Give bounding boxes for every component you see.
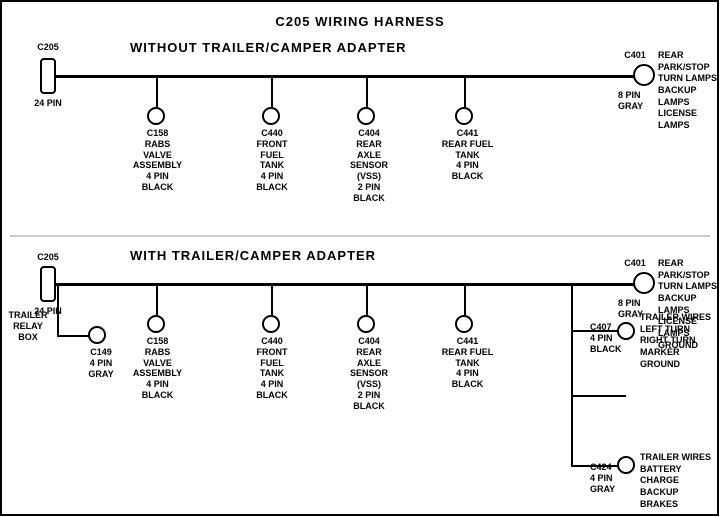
bottom-c424-label: C4244 PINGRAY [590,462,620,494]
bottom-c401-label: C401 [620,258,650,269]
bottom-c401-connector [633,272,655,294]
top-main-line [55,75,645,78]
top-c441-label: C441REAR FUELTANK4 PIN BLACK [440,128,495,182]
top-c404-vline [366,77,368,107]
bottom-relay-label: TRAILERRELAYBOX [2,310,54,342]
top-c158-vline [156,77,158,107]
top-c158-connector [147,107,165,125]
bottom-c149-connector [88,326,106,344]
bottom-c205-connector [40,266,56,302]
wiring-diagram: C205 WIRING HARNESS WITHOUT TRAILER/CAMP… [0,0,720,500]
bottom-c407-label: C4074 PINBLACK [590,322,620,354]
bottom-c149-label: C1494 PIN GRAY [76,347,126,379]
bottom-right-branch-hline2 [571,395,626,397]
top-c158-label: C158RABS VALVEASSEMBLY4 PIN BLACK [130,128,185,193]
top-c441-vline [464,77,466,107]
top-c440-label: C440FRONT FUELTANK4 PIN BLACK [247,128,297,193]
bottom-c441-connector [455,315,473,333]
bottom-right-branch-vline2 [571,330,573,465]
bottom-c440-vline [271,285,273,315]
bottom-c440-connector [262,315,280,333]
top-c205-pin: 24 PIN [30,98,66,109]
bottom-c158-connector [147,315,165,333]
top-c441-connector [455,107,473,125]
top-c401-pin: 8 PINGRAY [618,90,654,112]
top-c401-connector [633,64,655,86]
page-title: C205 WIRING HARNESS [0,6,720,29]
bottom-c404-connector [357,315,375,333]
top-c404-label: C404REAR AXLESENSOR(VSS)2 PIN BLACK [344,128,394,204]
bottom-c404-vline [366,285,368,315]
bottom-c205-label: C205 [30,252,66,263]
divider [10,235,710,237]
bottom-c441-vline [464,285,466,315]
top-c440-connector [262,107,280,125]
bottom-c441-label: C441REAR FUELTANK4 PIN BLACK [440,336,495,390]
bottom-c404-label: C404REAR AXLESENSOR(VSS)2 PIN BLACK [344,336,394,412]
top-c205-label: C205 [30,42,66,53]
bottom-c407-desc: TRAILER WIRESLEFT TURNRIGHT TURNMARKERGR… [640,312,715,370]
top-c401-desc: REAR PARK/STOPTURN LAMPSBACKUP LAMPSLICE… [658,50,720,132]
bottom-relay-vline [57,285,59,335]
bottom-c440-label: C440FRONT FUELTANK4 PIN BLACK [247,336,297,401]
top-c205-connector [40,58,56,94]
bottom-c158-label: C158RABS VALVEASSEMBLY4 PIN BLACK [130,336,185,401]
top-section-title: WITHOUT TRAILER/CAMPER ADAPTER [130,40,407,55]
top-c440-vline [271,77,273,107]
bottom-section-title: WITH TRAILER/CAMPER ADAPTER [130,248,376,263]
top-c404-connector [357,107,375,125]
top-c401-label: C401 [620,50,650,61]
bottom-c424-desc: TRAILER WIRESBATTERY CHARGEBACKUPBRAKES [640,452,715,510]
bottom-main-line [55,283,645,286]
bottom-c158-vline [156,285,158,315]
